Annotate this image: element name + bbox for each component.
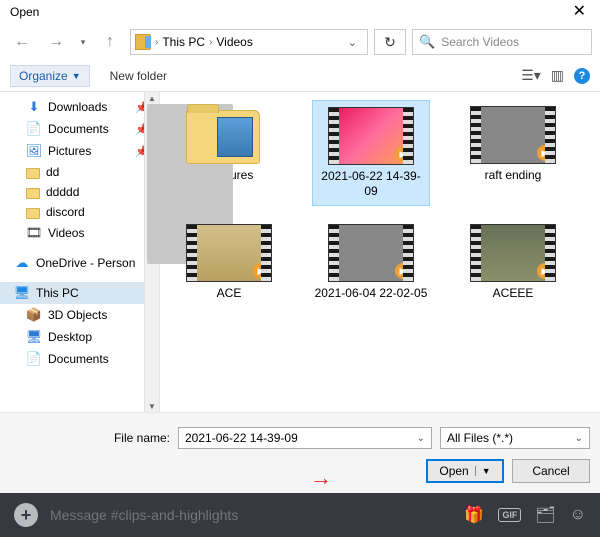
video-icon — [26, 225, 42, 241]
refresh-button[interactable]: ↻ — [374, 29, 406, 55]
file-label: raft ending — [485, 168, 542, 183]
file-list: Captures ▶ 2021-06-22 14-39-09 ▶ raft en… — [160, 92, 600, 412]
sidebar-item-documents[interactable]: Documents📌 — [0, 118, 159, 140]
scrollbar[interactable]: ▲ ▼ — [144, 92, 159, 412]
breadcrumb-videos[interactable]: Videos — [216, 35, 252, 49]
open-button[interactable]: Open▼ — [426, 459, 504, 483]
message-input[interactable]: Message #clips-and-highlights — [50, 507, 452, 523]
emoji-icon[interactable]: ☺ — [570, 506, 586, 524]
scroll-down-icon[interactable]: ▼ — [145, 400, 159, 412]
scroll-up-icon[interactable]: ▲ — [145, 92, 159, 104]
annotation-arrow — [310, 465, 329, 491]
search-input[interactable]: 🔍 Search Videos — [412, 29, 592, 55]
sidebar-item-onedrive[interactable]: OneDrive - Person — [0, 252, 159, 274]
play-icon: ▶ — [537, 263, 553, 279]
sidebar-item-folder[interactable]: discord — [0, 202, 159, 222]
forward-button[interactable]: → — [42, 30, 70, 54]
desktop-icon — [26, 329, 42, 345]
sidebar-item-folder[interactable]: dd — [0, 162, 159, 182]
picture-icon — [26, 143, 42, 159]
sidebar-item-downloads[interactable]: Downloads📌 — [0, 96, 159, 118]
close-icon[interactable]: ✕ — [567, 4, 592, 20]
folder-icon — [186, 110, 260, 164]
search-placeholder: Search Videos — [441, 35, 519, 49]
file-item-video[interactable]: ▶ 2021-06-04 22-02-05 — [312, 218, 430, 307]
preview-pane-icon[interactable]: ▥ — [551, 67, 564, 84]
file-item-video[interactable]: ▶ ACE — [170, 218, 288, 307]
sidebar-item-videos[interactable]: Videos — [0, 222, 159, 244]
cloud-icon — [14, 255, 30, 271]
help-icon[interactable]: ? — [574, 68, 590, 84]
back-button[interactable]: ← — [8, 30, 36, 54]
video-thumb: ▶ — [328, 224, 414, 282]
sidebar-item-desktop[interactable]: Desktop — [0, 326, 159, 348]
pc-icon — [14, 285, 30, 301]
folder-icon — [26, 208, 40, 219]
gif-icon[interactable]: GIF — [498, 508, 521, 522]
breadcrumb-thispc[interactable]: This PC — [162, 35, 205, 49]
breadcrumb[interactable]: › This PC › Videos ⌄ — [130, 29, 368, 55]
play-icon: ▶ — [537, 145, 553, 161]
file-item-video[interactable]: ▶ raft ending — [454, 100, 572, 206]
window-title: Open — [10, 5, 39, 19]
file-filter-dropdown[interactable]: All Files (*.*) ⌄ — [440, 427, 590, 449]
discord-message-bar: + Message #clips-and-highlights 🎁 GIF 🗂 … — [0, 493, 600, 537]
video-thumb: ▶ — [186, 224, 272, 282]
sidebar-item-folder[interactable]: ddddd — [0, 182, 159, 202]
sticker-icon[interactable]: 🗂 — [535, 505, 555, 525]
view-menu-icon[interactable]: ☰▾ — [521, 67, 541, 84]
navigation-tree: Downloads📌 Documents📌 Pictures📌 dd ddddd… — [0, 92, 160, 412]
chevron-down-icon[interactable]: ⌄ — [417, 433, 425, 444]
folder-icon — [26, 188, 40, 199]
gift-icon[interactable]: 🎁 — [464, 505, 484, 525]
play-icon: ▶ — [253, 263, 269, 279]
play-icon: ▶ — [395, 263, 411, 279]
sidebar-item-thispc[interactable]: This PC — [0, 282, 159, 304]
sidebar-item-documents[interactable]: Documents — [0, 348, 159, 370]
filename-input[interactable]: 2021-06-22 14-39-09 ⌄ — [178, 427, 432, 449]
chevron-down-icon[interactable]: ▼ — [475, 466, 491, 476]
cancel-button[interactable]: Cancel — [512, 459, 590, 483]
chevron-down-icon: ▼ — [72, 71, 81, 81]
chevron-right-icon: › — [155, 37, 158, 48]
document-icon — [26, 351, 42, 367]
document-icon — [26, 121, 42, 137]
chevron-down-icon: ⌄ — [575, 433, 583, 444]
video-thumb: ▶ — [470, 106, 556, 164]
folder-icon — [26, 168, 40, 179]
up-button[interactable]: ↑ — [96, 30, 124, 54]
file-label: 2021-06-04 22-02-05 — [315, 286, 428, 301]
filename-label: File name: — [10, 431, 170, 445]
search-icon: 🔍 — [419, 34, 435, 50]
chevron-down-icon[interactable]: ⌄ — [342, 36, 363, 49]
history-dropdown[interactable]: ▾ — [76, 37, 90, 48]
file-item-video[interactable]: ▶ 2021-06-22 14-39-09 — [312, 100, 430, 206]
attach-button[interactable]: + — [14, 503, 38, 527]
video-thumb: ▶ — [328, 107, 414, 165]
file-item-video[interactable]: ▶ ACEEE — [454, 218, 572, 307]
play-icon: ▶ — [395, 146, 411, 162]
video-thumb: ▶ — [470, 224, 556, 282]
sidebar-item-3dobjects[interactable]: 3D Objects — [0, 304, 159, 326]
organize-button[interactable]: Organize ▼ — [10, 65, 90, 87]
chevron-right-icon: › — [209, 37, 212, 48]
new-folder-button[interactable]: New folder — [110, 69, 167, 83]
sidebar-item-pictures[interactable]: Pictures📌 — [0, 140, 159, 162]
download-icon — [26, 99, 42, 115]
objects-icon — [26, 307, 42, 323]
file-label: 2021-06-22 14-39-09 — [315, 169, 427, 199]
file-label: ACE — [217, 286, 242, 301]
file-label: ACEEE — [493, 286, 534, 301]
folder-icon — [135, 34, 151, 50]
